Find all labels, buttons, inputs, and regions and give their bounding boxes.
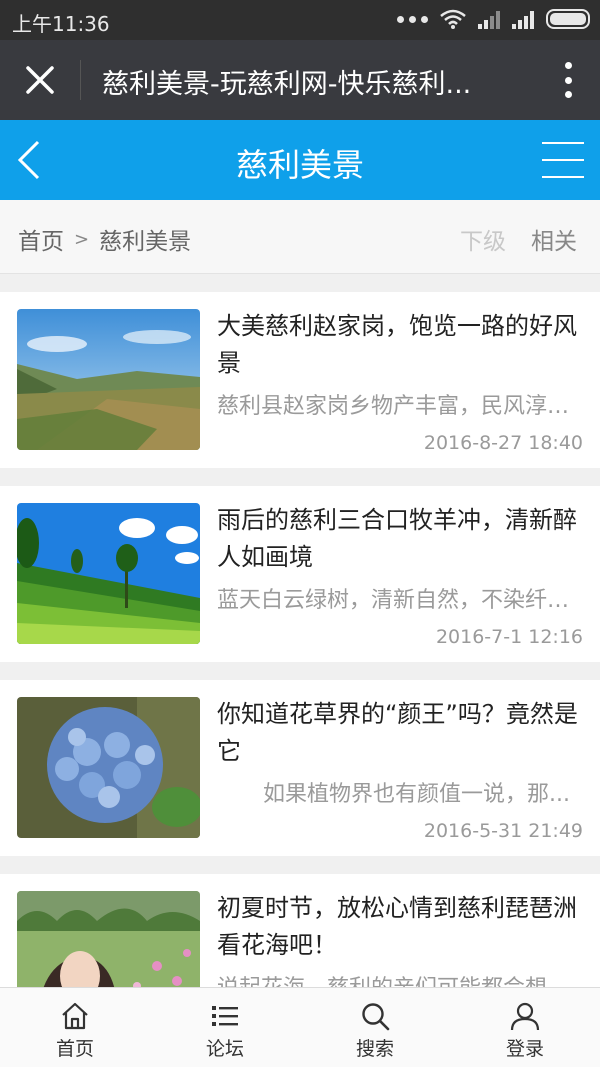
menu-icon[interactable] [542, 142, 584, 178]
tab-forum[interactable]: 论坛 [150, 988, 300, 1067]
browser-title: 慈利美景-玩慈利网-快乐慈利... [102, 69, 472, 100]
breadcrumb-current[interactable]: 慈利美景 [99, 222, 191, 256]
battery-icon [546, 9, 590, 29]
list-icon [212, 1006, 238, 1026]
page-title: 慈利美景 [235, 146, 364, 184]
article-summary: 蓝天白云绿树，清新自然，不染纤尘... [217, 588, 583, 613]
tab-related[interactable]: 相关 [531, 222, 577, 256]
article-date: 2016-5-31 21:49 [423, 820, 583, 842]
tab-login-label: 登录 [505, 1038, 544, 1060]
article-date: 2016-8-27 18:40 [423, 432, 583, 454]
status-bar: 上午11:36 [0, 0, 600, 40]
article-title[interactable]: 你知道花草界的“颜王”吗？竟然是它 [217, 696, 579, 770]
breadcrumb-separator: > [74, 228, 90, 250]
search-icon [362, 1003, 390, 1031]
page-header: 慈利美景 [0, 120, 600, 200]
article-title[interactable]: 大美慈利赵家岗，饱览一路的好风景 [217, 308, 579, 382]
tab-home-label: 首页 [55, 1038, 94, 1060]
more-menu-icon[interactable] [564, 62, 572, 98]
browser-title-bar: 慈利美景-玩慈利网-快乐慈利... [0, 40, 600, 120]
list-item[interactable]: 雨后的慈利三合口牧羊冲，清新醉人如画境 蓝天白云绿树，清新自然，不染纤尘... … [0, 486, 600, 662]
tab-forum-label: 论坛 [205, 1038, 244, 1060]
bottom-tab-bar: 首页 论坛 搜索 登录 [0, 987, 600, 1067]
divider [80, 60, 81, 100]
user-icon [510, 1002, 540, 1031]
article-date: 2016-7-1 12:16 [435, 626, 583, 648]
article-title[interactable]: 雨后的慈利三合口牧羊冲，清新醉人如画境 [217, 502, 579, 576]
tab-search[interactable]: 搜索 [300, 988, 450, 1067]
wifi-icon [440, 9, 466, 29]
article-thumbnail[interactable] [17, 697, 200, 838]
close-icon[interactable] [20, 60, 60, 100]
breadcrumb: 首页 > 慈利美景 [18, 222, 191, 256]
status-time: 上午11:36 [12, 12, 110, 36]
tab-home[interactable]: 首页 [0, 988, 150, 1067]
signal-icon [478, 9, 500, 29]
tab-login[interactable]: 登录 [450, 988, 600, 1067]
signal-icon-2 [512, 9, 534, 29]
home-icon [62, 1002, 88, 1030]
list-item[interactable]: 大美慈利赵家岗，饱览一路的好风景 慈利县赵家岗乡物产丰富，民风淳朴... 201… [0, 292, 600, 468]
status-icons [397, 9, 590, 29]
more-notifications-icon [397, 15, 428, 23]
tab-search-label: 搜索 [355, 1038, 394, 1060]
tab-sub-level[interactable]: 下级 [460, 222, 506, 256]
article-title[interactable]: 初夏时节，放松心情到慈利琵琶洲看花海吧！ [217, 890, 579, 964]
breadcrumb-home[interactable]: 首页 [18, 222, 64, 256]
article-thumbnail[interactable] [17, 503, 200, 644]
article-summary: 如果植物界也有颜值一说，那... [263, 782, 570, 807]
list-item[interactable]: 你知道花草界的“颜王”吗？竟然是它 如果植物界也有颜值一说，那... 2016-… [0, 680, 600, 856]
article-list: 大美慈利赵家岗，饱览一路的好风景 慈利县赵家岗乡物产丰富，民风淳朴... 201… [0, 292, 600, 1067]
breadcrumb-bar: 首页 > 慈利美景 下级 相关 [0, 200, 600, 274]
article-summary: 慈利县赵家岗乡物产丰富，民风淳朴... [217, 394, 583, 419]
article-thumbnail[interactable] [17, 309, 200, 450]
